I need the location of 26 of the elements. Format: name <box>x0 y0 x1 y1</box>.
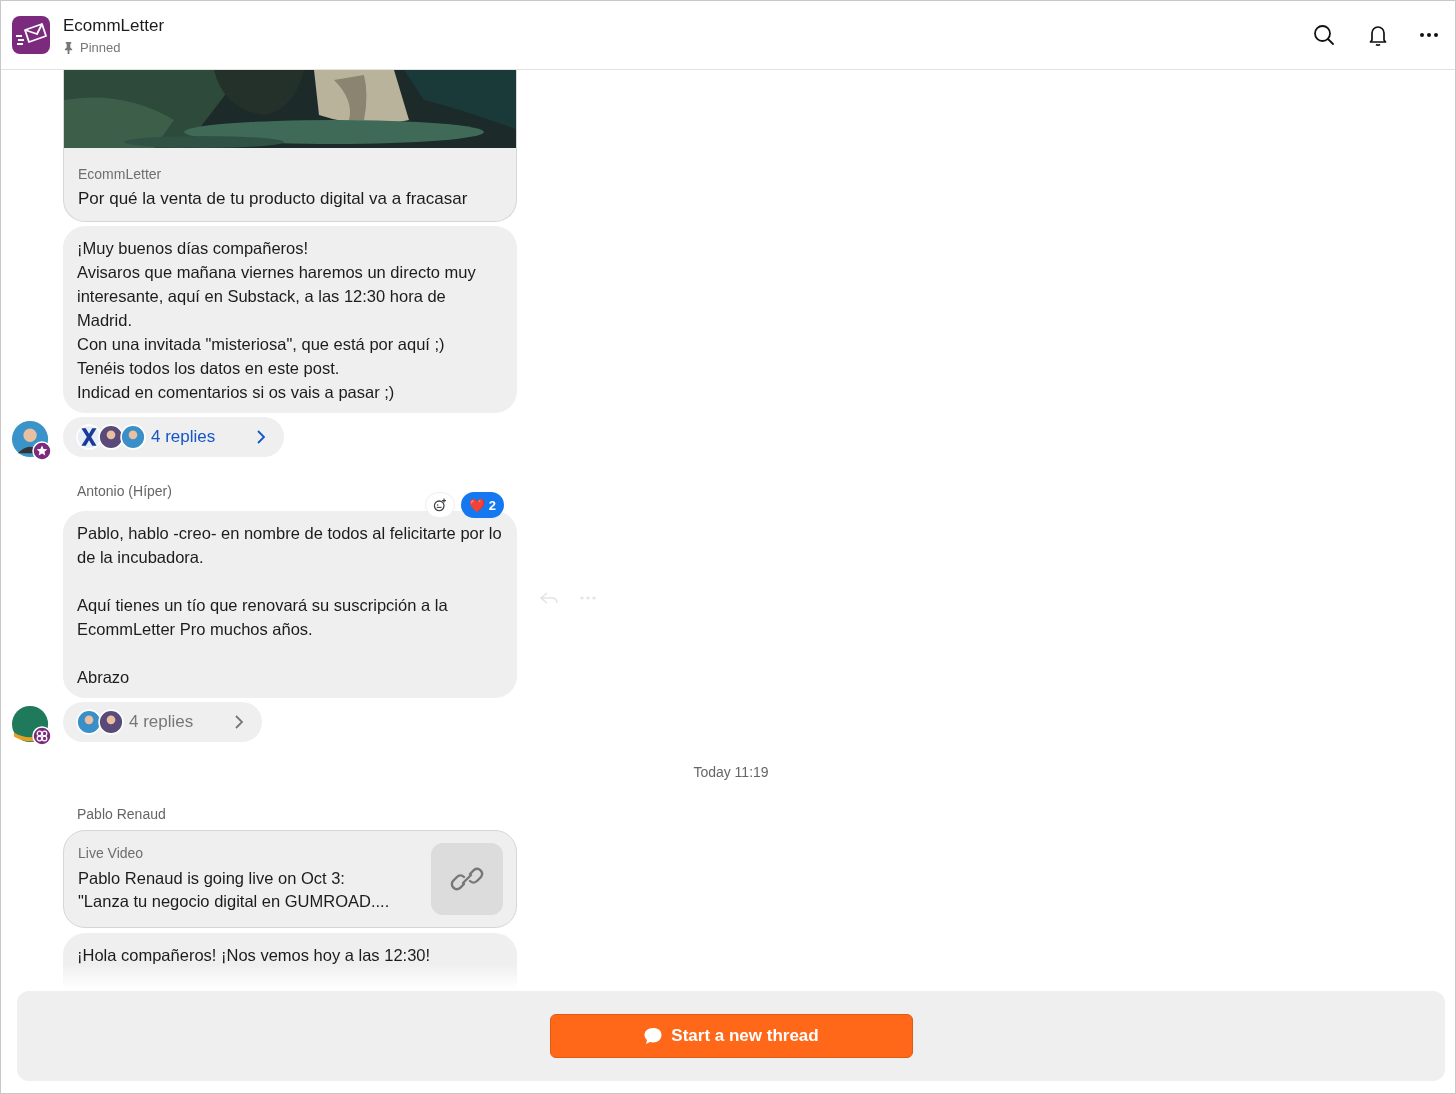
card-label: Live Video <box>78 845 145 861</box>
reaction-chip[interactable]: ❤ 2 <box>461 492 504 518</box>
date-separator: Today 11:19 <box>693 764 769 780</box>
pin-icon <box>63 40 74 54</box>
chevron-right-icon <box>234 714 245 730</box>
replies-button[interactable]: 4 replies <box>63 702 263 742</box>
add-reaction-button[interactable] <box>425 492 456 518</box>
post-title: Por qué la venta de tu producto digital va a fracasar <box>78 189 469 209</box>
message-bubble: Pablo, hablo -creo- en nombre de todos al felicitarte por lo de la incubadora. Aquí tienes un tío que renovará su suscripción a la EcommLetter Pro muchos años. Abrazo <box>63 511 517 698</box>
publication-name: EcommLetter <box>78 166 163 182</box>
post-preview-card[interactable]: EcommLetter Por qué la venta de tu producto digital va a fracasar <box>63 70 517 222</box>
more-icon <box>1420 33 1438 37</box>
envelope-logo-icon <box>12 16 50 54</box>
chevron-right-icon <box>256 429 267 445</box>
add-emoji-icon <box>432 497 449 513</box>
search-icon <box>1312 23 1336 47</box>
pinned-label: Pinned <box>80 39 121 55</box>
message-bubble: ¡Muy buenos días compañeros! Avisaros que mañana viernes haremos un directo muy interesante, aquí en Substack, a las 12:30 hora de Madrid. Con una invitada "misteriosa", que está por aquí ;) Tenéis todos los datos en este post. Indicad en comentarios si os vais a pasar ;) <box>63 226 517 413</box>
card-title: Pablo Renaud is going live on Oct 3: "Lanza tu negocio digital en GUMROAD.... <box>78 868 391 912</box>
author-name: Antonio (Híper) <box>76 483 172 501</box>
channel-title: EcommLetter <box>63 15 165 36</box>
live-video-card[interactable]: Live Video Pablo Renaud is going live on Oct 3: "Lanza tu negocio digital en GUMROAD.... <box>63 830 517 928</box>
chat-bubble-icon <box>643 1026 664 1046</box>
author-name: Pablo Renaud <box>76 806 166 824</box>
replies-button[interactable]: 4 replies <box>63 417 285 457</box>
link-icon <box>431 843 503 915</box>
